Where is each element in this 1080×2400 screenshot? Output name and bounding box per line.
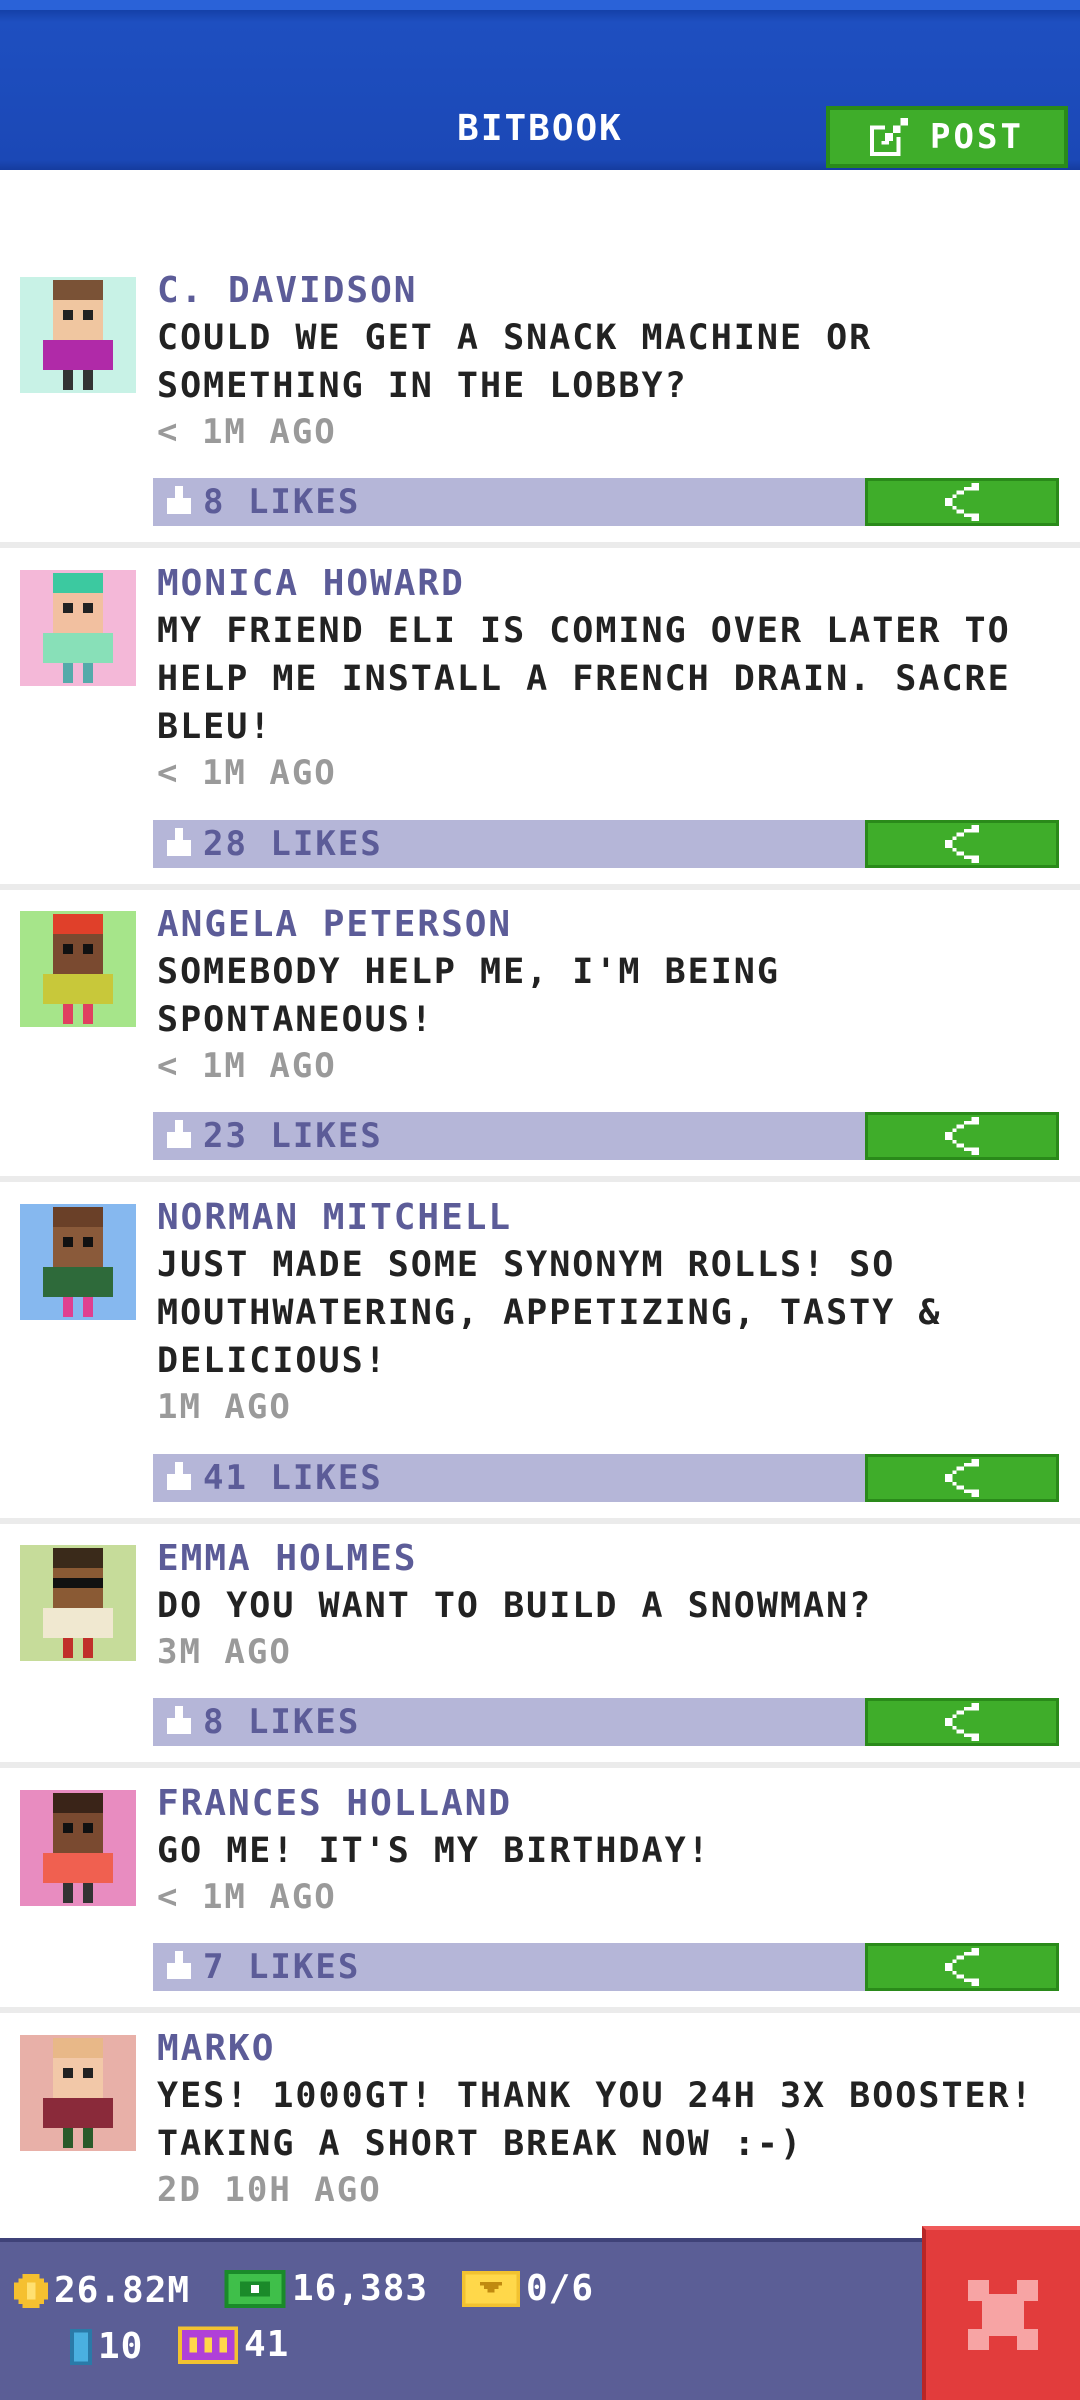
vip-value: 41 [244, 2324, 290, 2365]
like-button[interactable]: 41 LIKES [153, 1454, 865, 1502]
post-time: 2D 10H AGO [157, 2170, 382, 2210]
bitizen-avatar [43, 2038, 113, 2148]
close-button[interactable] [922, 2226, 1080, 2400]
coins-value: 26.82M [54, 2270, 191, 2311]
bitizen-avatar [43, 1207, 113, 1317]
close-icon [968, 2280, 1038, 2350]
coins-stat: 26.82M [14, 2270, 190, 2311]
like-button[interactable]: 28 LIKES [153, 820, 865, 868]
share-icon [944, 1703, 980, 1741]
thumbs-up-icon [167, 1462, 191, 1490]
bitizen-avatar [43, 280, 113, 390]
share-icon [944, 1117, 980, 1155]
post-author[interactable]: C. DAVIDSON [157, 270, 417, 311]
thumbs-up-icon [167, 828, 191, 856]
golden-ticket-icon [462, 2270, 520, 2307]
share-button[interactable] [865, 478, 1059, 526]
keys-value: 10 [98, 2326, 144, 2367]
avatar[interactable] [20, 2035, 136, 2151]
post-message: GO ME! IT'S MY BIRTHDAY! [157, 1831, 711, 1871]
post-message: YES! 1000GT! THANK YOU 24H 3X BOOSTER! T… [157, 2076, 1034, 2164]
tickets-value: 0/6 [526, 2268, 595, 2309]
bitizen-avatar [43, 914, 113, 1024]
post-time: 1M AGO [157, 1387, 292, 1427]
post-message: DO YOU WANT TO BUILD A SNOWMAN? [157, 1586, 873, 1626]
coin-icon [14, 2273, 48, 2308]
avatar[interactable] [20, 1545, 136, 1661]
divider [0, 1176, 1080, 1182]
share-button[interactable] [865, 1454, 1059, 1502]
post-time: < 1M AGO [157, 1046, 337, 1086]
like-button[interactable]: 8 LIKES [153, 1698, 865, 1746]
avatar[interactable] [20, 570, 136, 686]
share-button[interactable] [865, 1698, 1059, 1746]
thumbs-up-icon [167, 1706, 191, 1734]
divider [0, 2007, 1080, 2013]
tickets-stat: 0/6 [462, 2268, 594, 2309]
avatar[interactable] [20, 911, 136, 1027]
vip-ticket-icon [178, 2325, 238, 2364]
avatar[interactable] [20, 1204, 136, 1320]
post-message: MY FRIEND ELI IS COMING OVER LATER TO HE… [157, 611, 1011, 747]
post-author[interactable]: MONICA HOWARD [157, 563, 465, 604]
divider [0, 542, 1080, 548]
post-author[interactable]: NORMAN MITCHELL [157, 1197, 512, 1238]
post-author[interactable]: FRANCES HOLLAND [157, 1783, 512, 1824]
post-button[interactable]: POST [826, 106, 1068, 168]
post-message: JUST MADE SOME SYNONYM ROLLS! SO MOUTHWA… [157, 1245, 942, 1381]
bitizen-avatar [43, 1548, 113, 1658]
post-time: < 1M AGO [157, 753, 337, 793]
thumbs-up-icon [167, 486, 191, 514]
share-button[interactable] [865, 1112, 1059, 1160]
likes-count: 8 LIKES [203, 1702, 361, 1742]
post-button-label: POST [930, 117, 1024, 157]
bux-icon [224, 2269, 286, 2308]
divider [0, 884, 1080, 890]
share-icon [944, 1948, 980, 1986]
avatar[interactable] [20, 1790, 136, 1906]
bux-value: 16,383 [292, 2268, 429, 2309]
thumbs-up-icon [167, 1120, 191, 1148]
likes-count: 28 LIKES [203, 824, 383, 864]
like-button[interactable]: 8 LIKES [153, 478, 865, 526]
key-card-icon [70, 2328, 92, 2365]
share-icon [944, 825, 980, 863]
bitizen-avatar [43, 573, 113, 683]
compose-icon [870, 118, 909, 156]
post-time: < 1M AGO [157, 1877, 337, 1917]
post-message: SOMEBODY HELP ME, I'M BEING SPONTANEOUS! [157, 952, 780, 1040]
keys-stat: 10 [70, 2326, 143, 2367]
likes-count: 41 LIKES [203, 1458, 383, 1498]
divider [0, 1762, 1080, 1768]
thumbs-up-icon [167, 1951, 191, 1979]
currency-status-bar: 26.82M 16,383 0/6 10 41 [0, 2238, 922, 2400]
likes-count: 8 LIKES [203, 482, 361, 522]
bitizen-avatar [43, 1793, 113, 1903]
app-header: BITBOOK POST [0, 0, 1080, 170]
post-author[interactable]: EMMA HOLMES [157, 1538, 417, 1579]
avatar[interactable] [20, 277, 136, 393]
post-author[interactable]: ANGELA PETERSON [157, 904, 512, 945]
share-button[interactable] [865, 1943, 1059, 1991]
divider [0, 1518, 1080, 1524]
post-time: < 1M AGO [157, 412, 337, 452]
likes-count: 7 LIKES [203, 1947, 361, 1987]
share-icon [944, 483, 980, 521]
vip-stat: 41 [178, 2324, 289, 2365]
like-button[interactable]: 7 LIKES [153, 1943, 865, 1991]
share-icon [944, 1459, 980, 1497]
post-message: COULD WE GET A SNACK MACHINE OR SOMETHIN… [157, 318, 873, 406]
like-button[interactable]: 23 LIKES [153, 1112, 865, 1160]
likes-count: 23 LIKES [203, 1116, 383, 1156]
post-author[interactable]: MARKO [157, 2028, 275, 2069]
share-button[interactable] [865, 820, 1059, 868]
post-time: 3M AGO [157, 1632, 292, 1672]
bux-stat: 16,383 [224, 2268, 428, 2309]
